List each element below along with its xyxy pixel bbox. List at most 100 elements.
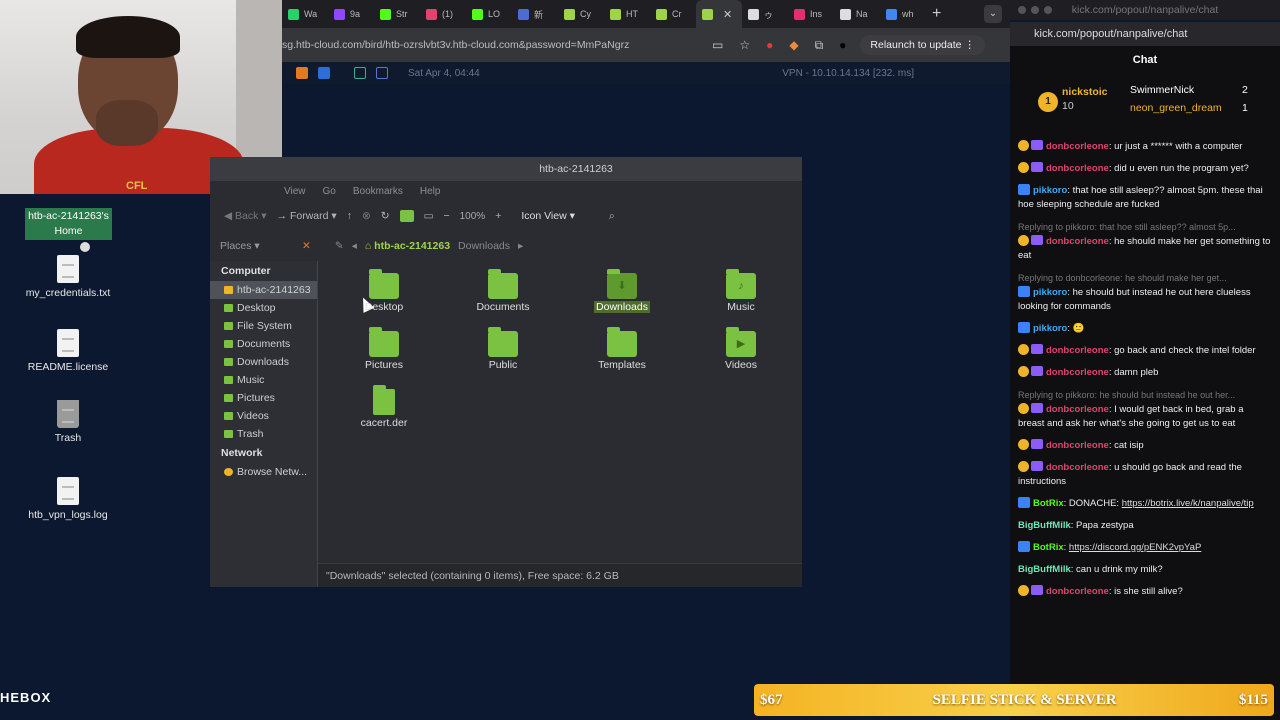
menu-go[interactable]: Go [323, 186, 336, 197]
chat-username[interactable]: BigBuffMilk [1018, 564, 1071, 575]
new-tab-button[interactable]: + [932, 5, 941, 23]
chat-url-bar[interactable]: kick.com/popout/nanpalive/chat [1010, 22, 1280, 46]
browser-tab[interactable]: Wa [282, 0, 328, 28]
file-item[interactable]: ⬇ Downloads [582, 269, 662, 313]
computer-icon[interactable]: ▭ [424, 210, 434, 222]
file-item[interactable]: ▶ Videos [701, 327, 781, 371]
desktop-trash[interactable]: Trash [13, 400, 123, 444]
maximize-window-button[interactable] [1044, 6, 1052, 14]
chat-username[interactable]: BotRix [1033, 542, 1064, 553]
zoom-out-icon[interactable]: − [443, 210, 449, 222]
browser-tab[interactable]: wh [880, 0, 926, 28]
sidebar-item[interactable]: Desktop [210, 299, 317, 317]
browser-tab[interactable]: 9a [328, 0, 374, 28]
file-item[interactable]: Public [463, 327, 543, 371]
minimize-window-button[interactable] [1031, 6, 1039, 14]
chat-username[interactable]: donbcorleone [1046, 345, 1109, 356]
breadcrumb-home[interactable]: ⌂ htb-ac-2141263 [365, 240, 450, 252]
zoom-in-icon[interactable]: + [495, 210, 501, 222]
file-item[interactable]: ♪ Music [701, 269, 781, 313]
chat-username[interactable]: donbcorleone [1046, 404, 1109, 415]
sidebar-item[interactable]: Downloads [210, 353, 317, 371]
file-item[interactable]: cacert.der [344, 385, 424, 429]
screen-icon[interactable]: ▭ [712, 38, 723, 52]
view-mode-select[interactable]: Icon View ▾ [521, 210, 575, 222]
file-item[interactable]: Templates [582, 327, 662, 371]
terminal-icon[interactable] [354, 67, 366, 79]
browser-tab[interactable]: Na [834, 0, 880, 28]
file-item[interactable]: Documents [463, 269, 543, 313]
sidebar-item[interactable]: Videos [210, 407, 317, 425]
chat-username[interactable]: BotRix [1033, 498, 1064, 509]
sidebar-item[interactable]: Trash [210, 425, 317, 443]
menu-bookmarks[interactable]: Bookmarks [353, 186, 403, 197]
desktop-file-credentials[interactable]: my_credentials.txt [13, 255, 123, 299]
leader-2-name[interactable]: SwimmerNick [1130, 84, 1194, 96]
chat-username[interactable]: donbcorleone [1046, 462, 1109, 473]
extensions-icon[interactable]: ⧉ [815, 38, 824, 53]
chat-username[interactable]: donbcorleone [1046, 586, 1109, 597]
sidebar-item[interactable]: htb-ac-2141263 [210, 281, 317, 299]
workspace-icon[interactable] [318, 67, 330, 79]
leader-name[interactable]: nickstoic [1062, 86, 1108, 98]
up-arrow-icon[interactable]: ↑ [347, 210, 352, 222]
leader-3-name[interactable]: neon_green_dream [1130, 102, 1222, 114]
desktop-file-readme[interactable]: README.license [13, 329, 123, 373]
window-icon[interactable] [376, 67, 388, 79]
home-folder-icon[interactable] [399, 210, 414, 222]
places-select[interactable]: Places ▾ [220, 240, 294, 252]
chat-username[interactable]: pikkoro [1033, 323, 1067, 334]
chat-username[interactable]: donbcorleone [1046, 163, 1109, 174]
back-button[interactable]: ◀ Back ▾ [224, 210, 267, 222]
file-item[interactable]: Desktop [344, 269, 424, 313]
app-launcher-icon[interactable] [296, 67, 308, 79]
browser-tab[interactable]: ゥ [742, 0, 788, 28]
path-left-arrow-icon[interactable]: ◂ [352, 240, 357, 252]
desktop-home-icon-label[interactable]: htb-ac-2141263's Home [25, 208, 112, 240]
close-sidebar-icon[interactable]: ✕ [302, 240, 311, 252]
bookmark-star-icon[interactable]: ☆ [739, 38, 750, 52]
chat-link[interactable]: https://discord.gg/pENK2vpYaP [1069, 542, 1201, 553]
tab-search-button[interactable]: ⌄ [984, 5, 1002, 23]
profile-avatar-icon[interactable]: ● [839, 38, 846, 52]
browser-tab[interactable]: Str [374, 0, 420, 28]
browser-tab[interactable]: Cy [558, 0, 604, 28]
sidebar-item[interactable]: File System [210, 317, 317, 335]
extension-orange-icon[interactable]: ◆ [789, 38, 798, 52]
stop-icon[interactable]: ⊗ [362, 210, 371, 222]
desktop-file-vpn-logs[interactable]: htb_vpn_logs.log [13, 477, 123, 521]
chat-username[interactable]: pikkoro [1033, 185, 1067, 196]
chat-username[interactable]: pikkoro [1033, 287, 1067, 298]
breadcrumb-downloads[interactable]: Downloads [458, 240, 510, 252]
path-right-arrow-icon[interactable]: ▸ [518, 240, 523, 252]
sidebar-item-network[interactable]: Browse Netw... [210, 463, 317, 481]
chat-username[interactable]: BigBuffMilk [1018, 520, 1071, 531]
reload-icon[interactable]: ↻ [381, 210, 390, 222]
menu-view[interactable]: View [284, 186, 306, 197]
chat-username[interactable]: donbcorleone [1046, 367, 1109, 378]
browser-tab[interactable]: LO [466, 0, 512, 28]
menu-help[interactable]: Help [420, 186, 441, 197]
extension-red-icon[interactable]: ● [766, 38, 773, 52]
browser-tab[interactable]: Cr [650, 0, 696, 28]
browser-tab[interactable]: (1) [420, 0, 466, 28]
chat-username[interactable]: donbcorleone [1046, 236, 1109, 247]
chat-link[interactable]: https://botrix.live/k/nanpalive/tip [1122, 498, 1254, 509]
chat-username[interactable]: donbcorleone [1046, 440, 1109, 451]
browser-tab[interactable]: ✕ [696, 0, 742, 28]
sidebar-item[interactable]: Pictures [210, 389, 317, 407]
close-tab-icon[interactable]: ✕ [723, 8, 732, 21]
search-icon[interactable]: ⌕ [609, 210, 615, 223]
relaunch-button[interactable]: Relaunch to update ⋮ [860, 35, 985, 55]
browser-tab[interactable]: Ins [788, 0, 834, 28]
file-item[interactable]: Pictures [344, 327, 424, 371]
sidebar-item[interactable]: Music [210, 371, 317, 389]
forward-button[interactable]: → Forward ▾ [277, 210, 337, 222]
url-field[interactable]: sg.htb-cloud.com/bird/htb-ozrslvbt3v.htb… [282, 39, 712, 51]
browser-tab[interactable]: HT [604, 0, 650, 28]
browser-tab[interactable]: 新 [512, 0, 558, 28]
sidebar-item[interactable]: Documents [210, 335, 317, 353]
chat-username[interactable]: donbcorleone [1046, 141, 1109, 152]
close-window-button[interactable] [1018, 6, 1026, 14]
edit-path-icon[interactable]: ✎ [335, 240, 344, 252]
